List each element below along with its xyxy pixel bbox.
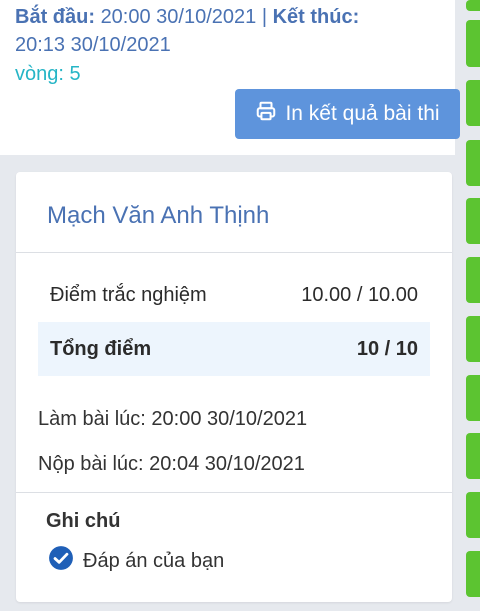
student-name: Mạch Văn Anh Thịnh [47,202,270,229]
question-status-marker[interactable] [466,140,480,186]
question-status-marker[interactable] [466,375,480,421]
question-status-strip [466,0,480,611]
check-circle-icon [48,545,74,577]
question-status-marker[interactable] [466,198,480,244]
print-button-label: In kết quả bài thi [285,102,440,125]
question-status-marker[interactable] [466,20,480,67]
question-status-marker[interactable] [466,257,480,303]
legend-label: Đáp án của bạn [83,549,225,572]
notes-title: Ghi chú [46,510,121,532]
question-status-marker[interactable] [466,433,480,479]
round-text: vòng: 5 [15,63,81,85]
score-row-total: Tổng điểm 10 / 10 [38,322,430,376]
time-line: Bắt đầu: 20:00 30/10/2021 | Kết thúc: [15,4,359,30]
end-value: 20:13 30/10/2021 [15,34,171,56]
question-status-marker[interactable] [466,316,480,362]
result-card: Mạch Văn Anh Thịnh Điểm trắc nghiệm 10.0… [16,172,452,602]
legend-your-answer: Đáp án của bạn [48,545,224,577]
exam-info-panel: Bắt đầu: 20:00 30/10/2021 | Kết thúc: 20… [0,0,460,155]
start-value: 20:00 30/10/2021 [100,6,257,28]
separator: | [261,6,268,28]
divider [16,492,452,493]
started-at: Làm bài lúc: 20:00 30/10/2021 [38,408,308,430]
total-value: 10 / 10 [356,337,418,360]
question-status-marker[interactable] [466,492,480,538]
score-value: 10.00 / 10.00 [301,283,418,306]
question-status-marker[interactable] [466,80,480,126]
divider [16,252,452,253]
score-label: Điểm trắc nghiệm [50,283,207,306]
printer-icon [255,100,277,128]
end-label: Kết thúc: [272,6,360,28]
submitted-at: Nộp bài lúc: 20:04 30/10/2021 [38,453,305,475]
question-status-marker[interactable] [466,551,480,597]
print-result-button[interactable]: In kết quả bài thi [235,89,460,139]
total-label: Tổng điểm [50,337,152,360]
start-label: Bắt đầu: [15,6,95,28]
score-row-multiple-choice: Điểm trắc nghiệm 10.00 / 10.00 [38,268,430,322]
question-status-marker[interactable] [466,0,480,11]
